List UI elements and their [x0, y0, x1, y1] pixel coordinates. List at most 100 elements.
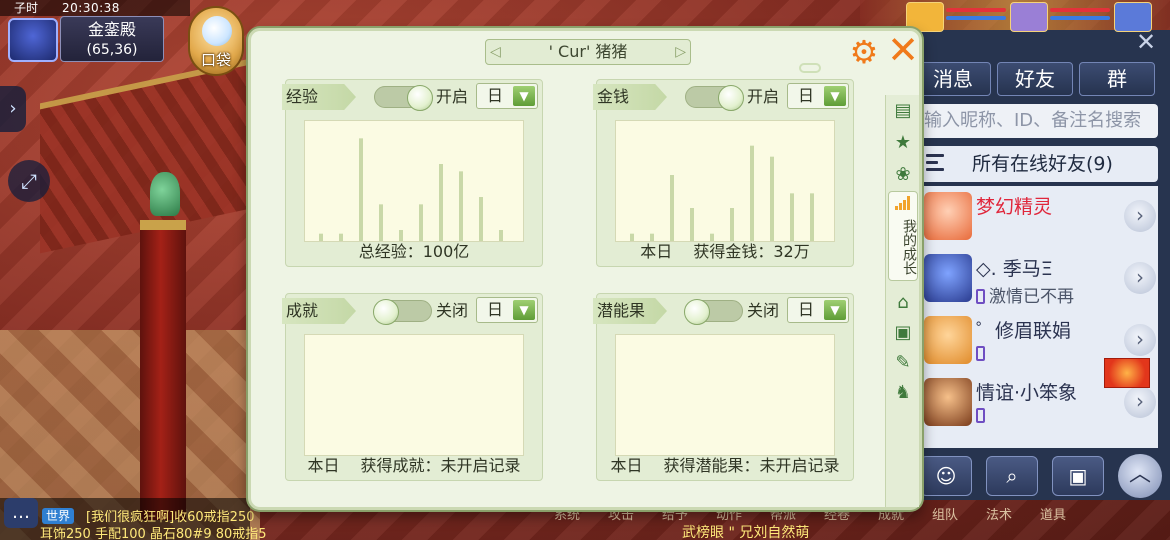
player-avatar[interactable]	[8, 18, 58, 62]
menu-item[interactable]: 道具	[1040, 504, 1066, 523]
paw-icon[interactable]: ❀	[888, 161, 918, 189]
chevron-right-icon[interactable]: ›	[1124, 262, 1156, 294]
card-footer: 总经验：100亿	[286, 238, 542, 262]
phone-icon	[976, 346, 985, 361]
bar-chart	[319, 138, 503, 241]
chart-bar	[439, 164, 443, 241]
close-icon[interactable]: ✕	[1130, 30, 1162, 54]
friend-group-label: 所有在线好友(9)	[972, 153, 1113, 175]
list-item[interactable]: ◇. 季马Ξ 激情已不再 ›	[918, 248, 1158, 308]
chat-icon[interactable]: ▤	[888, 97, 918, 125]
friend-name: ゜修眉联娟	[976, 320, 1072, 342]
bar-chart	[616, 335, 836, 457]
toggle-state-label: 关闭	[436, 301, 469, 320]
chart-bar	[670, 175, 674, 241]
chat-message-line: 耳饰250 手配100 晶石80#9 80戒指5	[40, 527, 267, 540]
friend-status-text: 激情已不再	[989, 287, 1074, 307]
card-footer: 本日 获得潜能果：未开启记录	[597, 452, 853, 476]
chevron-down-icon[interactable]: ▼	[513, 86, 535, 106]
phone-icon	[976, 289, 985, 304]
friend-search-input[interactable]: 输入昵称、ID、备注名搜索	[918, 104, 1158, 138]
chevron-down-icon[interactable]: ▼	[824, 300, 846, 320]
time-bar: 子时 20:30:38	[0, 0, 190, 16]
chart-area	[304, 334, 524, 456]
avatar	[924, 192, 972, 240]
toggle-knob	[373, 299, 399, 325]
party-portrait[interactable]	[1010, 2, 1048, 32]
record-toggle[interactable]	[374, 85, 433, 111]
close-icon[interactable]: ✕	[885, 31, 921, 69]
menu-spell[interactable]: 法术	[986, 504, 1012, 523]
event-badge-icon[interactable]	[1104, 358, 1150, 388]
expand-view-icon[interactable]: ⤢	[8, 160, 50, 202]
toggle-state-label: 开启	[436, 87, 469, 106]
chart-bar	[459, 171, 463, 241]
list-item[interactable]: 梦幻精灵 ›	[918, 186, 1158, 246]
bag-button[interactable]: 口袋	[188, 6, 244, 76]
stat-card-achievement: 成就 关闭 日 ▼ 本日 获得成就：未开启记录	[282, 293, 543, 481]
bag-label: 口袋	[200, 51, 231, 69]
side-collapse-arrow-icon[interactable]: ›	[0, 86, 26, 132]
footer-text: 获得金钱：32万	[693, 242, 810, 261]
toggle-knob	[407, 85, 433, 111]
party-portraits	[900, 0, 1170, 34]
chart-bar	[419, 204, 423, 241]
shirt-icon[interactable]: ♞	[888, 379, 918, 407]
tab-friends[interactable]: 好友	[997, 62, 1073, 96]
footer-text: 本日	[307, 456, 340, 475]
red-pillar	[140, 220, 186, 520]
card-title: 金钱	[593, 84, 667, 110]
period-value: 日	[798, 300, 815, 319]
period-value: 日	[487, 300, 504, 319]
gear-icon[interactable]: ⚙	[847, 35, 881, 69]
search-icon[interactable]: ⌕	[986, 456, 1038, 496]
chevron-right-icon[interactable]: ›	[1124, 386, 1156, 418]
mp-bar	[946, 16, 1006, 20]
period-select[interactable]: 日 ▼	[476, 83, 538, 109]
shop-icon[interactable]: ▣	[888, 319, 918, 347]
record-toggle[interactable]	[684, 299, 743, 325]
add-friend-icon[interactable]: ☺	[920, 456, 972, 496]
chevron-right-icon[interactable]: ›	[1124, 324, 1156, 356]
chart-area	[615, 334, 835, 456]
growth-icon	[895, 196, 911, 210]
chat-bar[interactable]: … 世界 [我们很疯狂啊]收60戒指250 耳饰250 手配100 晶石80#9…	[0, 498, 267, 540]
footer-text: 获得潜能果：未开启记录	[663, 456, 840, 475]
chart-area	[304, 120, 524, 242]
toggle-knob	[684, 299, 710, 325]
time-period: 子时	[14, 1, 39, 15]
chart-bar	[359, 138, 363, 241]
palette-icon[interactable]: ✎	[888, 349, 918, 377]
clock: 20:30:38	[62, 1, 120, 15]
stat-card-money: 金钱 开启 日 ▼ 本日 获得金钱：32万	[593, 79, 854, 267]
chevron-down-icon[interactable]: ▼	[824, 86, 846, 106]
dialog-title: ◁ ' Cur' 猪猪 ▷	[485, 39, 691, 65]
hp-bar	[946, 8, 1006, 12]
period-select[interactable]: 日 ▼	[787, 297, 849, 323]
dialog-title-text: ' Cur' 猪猪	[548, 42, 628, 61]
period-select[interactable]: 日 ▼	[787, 83, 849, 109]
collapse-up-icon[interactable]: ︿	[1118, 454, 1162, 498]
tab-groups[interactable]: 群	[1079, 62, 1155, 96]
star-icon[interactable]: ★	[888, 129, 918, 157]
tab-my-growth[interactable]: 我的成长	[888, 191, 918, 281]
house-icon[interactable]: ⌂	[888, 289, 918, 317]
chevron-right-icon[interactable]: ›	[1124, 200, 1156, 232]
contacts-icon[interactable]: ▣	[1052, 456, 1104, 496]
stat-card-experience: 经验 开启 日 ▼ 总经验：100亿	[282, 79, 543, 267]
bar-chart	[630, 145, 814, 241]
chat-bubble-icon[interactable]: …	[4, 498, 38, 528]
record-toggle[interactable]	[373, 299, 432, 325]
location-panel[interactable]: 金銮殿 (65,36)	[60, 16, 164, 62]
friend-group-header[interactable]: 所有在线好友(9)	[918, 146, 1158, 182]
chart-bar	[810, 193, 814, 241]
tab-messages[interactable]: 消息	[915, 62, 991, 96]
menu-team[interactable]: 组队	[932, 504, 958, 523]
period-select[interactable]: 日 ▼	[476, 297, 538, 323]
title-right-arrow-icon: ▷	[675, 44, 686, 60]
chevron-down-icon[interactable]: ▼	[513, 300, 535, 320]
record-toggle[interactable]	[685, 85, 744, 111]
period-value: 日	[798, 86, 815, 105]
avatar	[924, 254, 972, 302]
card-footer: 本日 获得成就：未开启记录	[286, 452, 542, 476]
